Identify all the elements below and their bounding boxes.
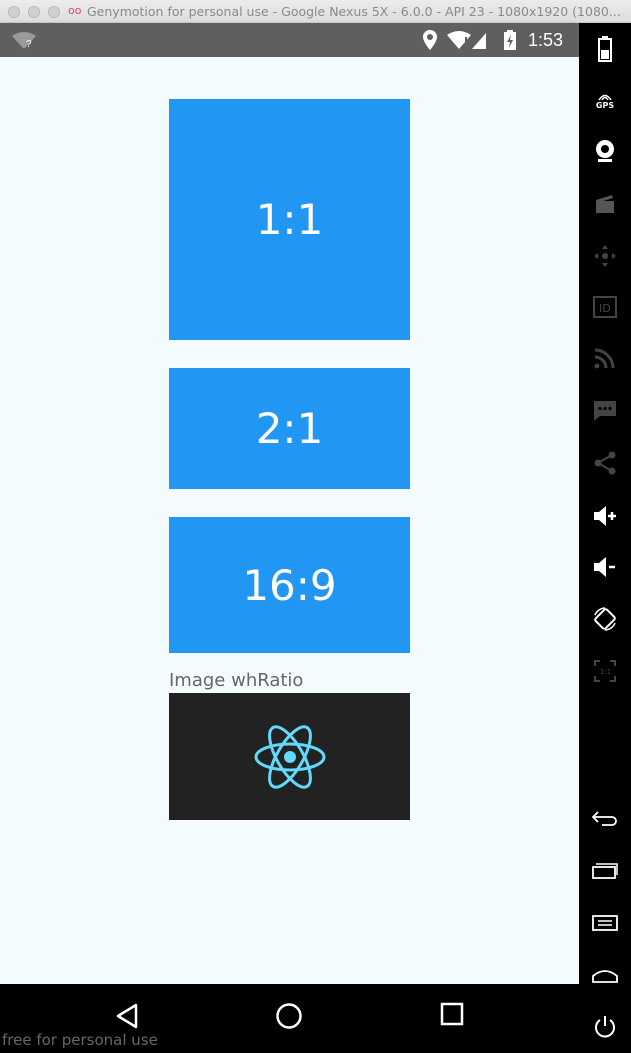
share-icon[interactable] bbox=[589, 447, 621, 479]
home-icon[interactable] bbox=[275, 1002, 303, 1030]
remote-control-icon[interactable] bbox=[589, 240, 621, 272]
watermark: free for personal use bbox=[2, 1031, 158, 1049]
sms-icon[interactable] bbox=[589, 395, 621, 427]
menu-icon[interactable] bbox=[589, 907, 621, 939]
back-icon[interactable] bbox=[114, 1002, 140, 1030]
minimize-window-button[interactable] bbox=[28, 6, 40, 18]
close-window-button[interactable] bbox=[8, 6, 20, 18]
volume-up-icon[interactable] bbox=[589, 500, 621, 532]
recents-icon[interactable] bbox=[440, 1002, 466, 1028]
window-titlebar: oo Genymotion for personal use - Google … bbox=[0, 0, 631, 23]
back-icon[interactable] bbox=[589, 802, 621, 834]
pixel-perfect-icon[interactable]: 1:1 bbox=[589, 655, 621, 687]
device-id-label: ID bbox=[599, 302, 611, 315]
ratio-box-2-1: 2:1 bbox=[169, 368, 410, 489]
status-time: 1:53 bbox=[528, 30, 564, 50]
rotate-icon[interactable] bbox=[589, 603, 621, 635]
gps-icon[interactable]: GPS bbox=[589, 85, 621, 117]
battery-charging-icon bbox=[504, 30, 516, 50]
genymotion-logo-icon: oo bbox=[68, 4, 82, 17]
pixel-perfect-label: 1:1 bbox=[600, 668, 611, 676]
svg-text:?: ? bbox=[26, 39, 32, 49]
window-title: Genymotion for personal use - Google Nex… bbox=[87, 4, 621, 19]
location-icon bbox=[423, 30, 437, 50]
status-icons bbox=[423, 30, 516, 50]
ratio-box-label: 16:9 bbox=[242, 560, 337, 610]
home-icon[interactable] bbox=[589, 959, 621, 991]
ratio-box-16-9: 16:9 bbox=[169, 517, 410, 653]
battery-icon[interactable] bbox=[589, 33, 621, 65]
ratio-box-label: 1:1 bbox=[255, 195, 324, 244]
emulator-sidebar: GPS ID 1:1 bbox=[579, 23, 631, 1053]
capture-icon[interactable] bbox=[589, 188, 621, 220]
image-label: Image whRatio bbox=[169, 670, 304, 691]
app-screen: 1:1 2:1 16:9 Image whRatio bbox=[0, 57, 579, 984]
ratio-box-1-1: 1:1 bbox=[169, 99, 410, 340]
volume-down-icon[interactable] bbox=[589, 551, 621, 583]
network-icon[interactable] bbox=[589, 342, 621, 374]
recent-apps-icon[interactable] bbox=[589, 855, 621, 887]
react-logo-icon bbox=[254, 724, 325, 789]
device-id-icon[interactable]: ID bbox=[589, 291, 621, 323]
ratio-box-label: 2:1 bbox=[255, 404, 324, 453]
webcam-icon[interactable] bbox=[589, 135, 621, 167]
gps-label: GPS bbox=[595, 100, 615, 110]
wifi-unknown-icon: ? bbox=[12, 32, 36, 49]
image-whratio bbox=[169, 693, 410, 820]
zoom-window-button[interactable] bbox=[48, 6, 60, 18]
power-icon[interactable] bbox=[589, 1011, 621, 1043]
wifi-icon bbox=[447, 31, 471, 49]
signal-icon bbox=[472, 33, 486, 49]
status-bar: ? 1:53 bbox=[0, 23, 579, 57]
